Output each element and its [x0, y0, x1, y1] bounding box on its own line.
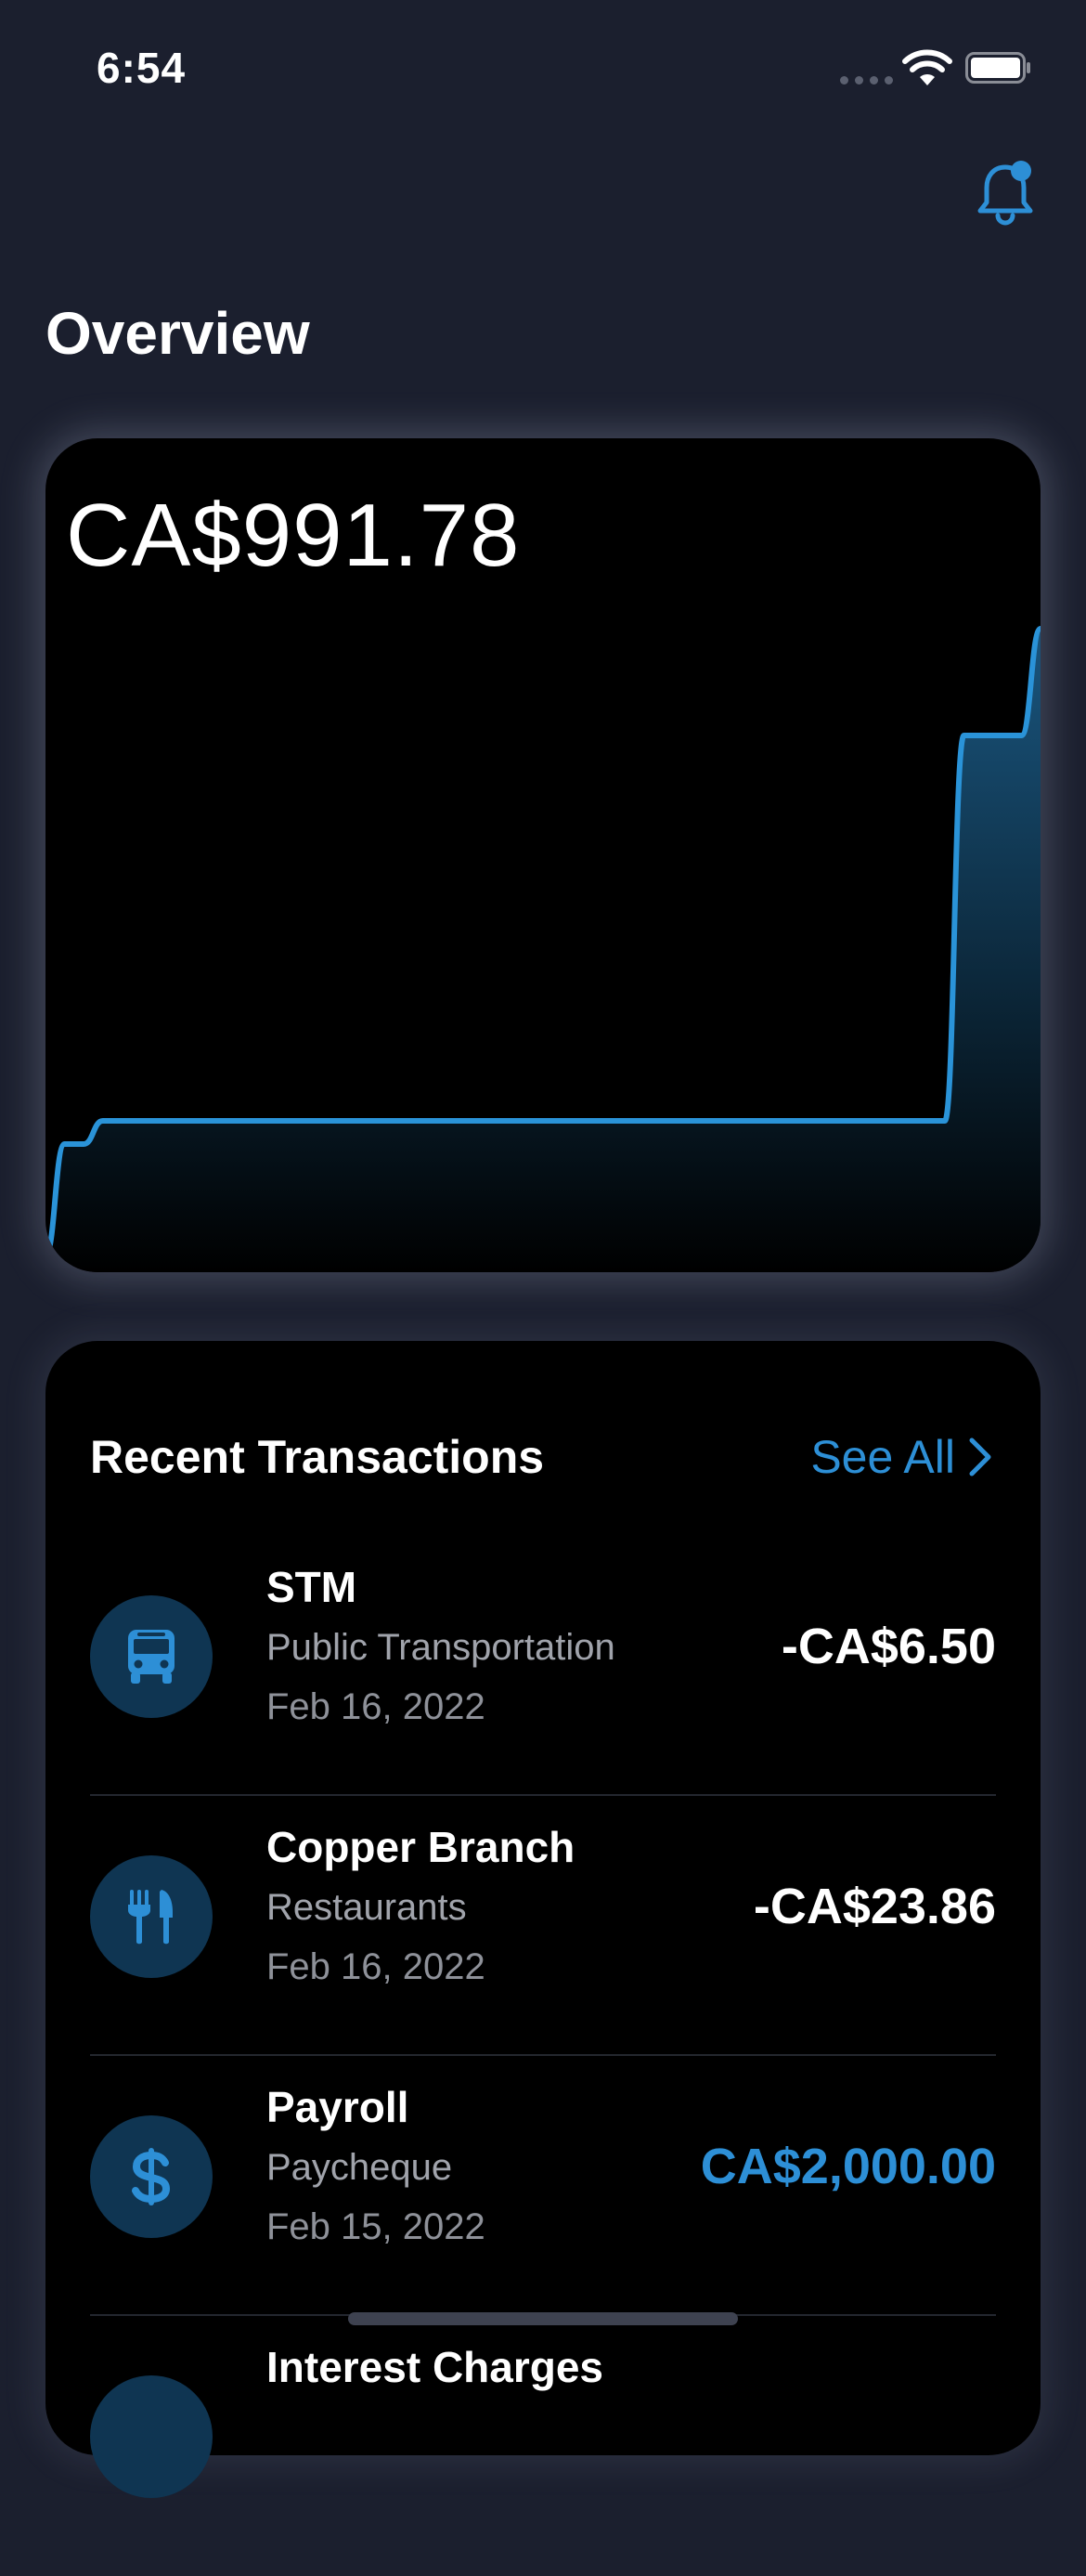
transaction-date: Feb 16, 2022	[266, 1686, 485, 1727]
transaction-name: Payroll	[266, 2083, 409, 2131]
transaction-row-interest-charges[interactable]: Interest Charges	[90, 2316, 996, 2576]
transaction-row-copper-branch[interactable]: Copper Branch Restaurants Feb 16, 2022 -…	[90, 1796, 996, 2056]
fork-knife-icon	[90, 1855, 213, 1978]
bus-icon	[90, 1595, 213, 1718]
transaction-amount: -CA$23.86	[753, 1879, 996, 1934]
transaction-row-stm[interactable]: STM Public Transportation Feb 16, 2022 -…	[90, 1536, 996, 1796]
balance-amount: CA$991.78	[66, 486, 521, 585]
transaction-name: STM	[266, 1563, 357, 1611]
recent-transactions-card: Recent Transactions See All STM Public T…	[45, 1341, 1041, 2498]
recent-transactions-title: Recent Transactions	[90, 1431, 545, 1483]
transaction-name: Interest Charges	[266, 2343, 604, 2391]
transaction-category: Paycheque	[266, 2147, 453, 2188]
battery-icon	[965, 52, 1030, 84]
transaction-date: Feb 15, 2022	[266, 2206, 485, 2247]
see-all-label: See All	[810, 1431, 955, 1483]
see-all-button[interactable]: See All	[810, 1430, 992, 1484]
chevron-right-icon	[969, 1438, 991, 1477]
transaction-amount: -CA$6.50	[781, 1619, 996, 1674]
transaction-date: Feb 16, 2022	[266, 1946, 485, 1987]
cellular-signal-icon	[840, 76, 893, 85]
chart-area-fill	[45, 629, 1041, 1272]
transaction-row-payroll[interactable]: Payroll Paycheque Feb 15, 2022 CA$2,000.…	[90, 2056, 996, 2316]
transaction-category: Public Transportation	[266, 1627, 615, 1668]
transaction-category: Restaurants	[266, 1887, 467, 1928]
status-bar: 6:54	[0, 0, 1086, 130]
status-time: 6:54	[97, 44, 187, 92]
wifi-icon	[902, 49, 952, 85]
balance-card[interactable]: CA$991.78	[45, 438, 1041, 1272]
home-indicator[interactable]	[348, 2312, 738, 2325]
transaction-amount: CA$2,000.00	[700, 2139, 996, 2194]
dollar-icon	[90, 2115, 213, 2238]
notification-bell-icon[interactable]	[975, 158, 1036, 227]
page-title: Overview	[45, 300, 310, 367]
transaction-icon	[90, 2375, 213, 2498]
transaction-name: Copper Branch	[266, 1823, 575, 1871]
